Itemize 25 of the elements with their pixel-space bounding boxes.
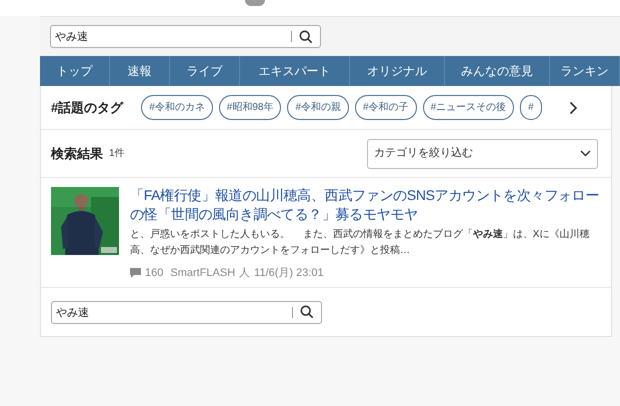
section-title: #話題のタグ — [51, 98, 124, 117]
section-title: 検索結果 — [51, 144, 103, 163]
article-date: 11/6(月) 23:01 — [254, 266, 324, 281]
tag-chip[interactable]: #令和のカネ — [141, 95, 213, 120]
result-count: 1件 — [109, 147, 125, 161]
source-mark: 人 — [239, 266, 250, 281]
tag-chip[interactable]: #令和の親 — [287, 95, 350, 120]
search-input[interactable]: やみ速 — [52, 302, 292, 322]
article-snippet: と、戸惑いをポストした人もいる。 また、西武の情報をまとめたブログ「やみ速」は、Xに《山川穂高、なぜか西武関連のアカウントをフォローしだす》と投稿… — [130, 228, 590, 258]
comment-icon — [130, 268, 141, 278]
category-select[interactable]: カテゴリを絞り込む — [367, 138, 598, 168]
search-icon — [300, 305, 314, 319]
chevron-right-icon[interactable] — [569, 100, 578, 114]
article-source: SmartFLASH — [170, 266, 236, 281]
search-field[interactable]: やみ速 — [51, 300, 322, 324]
chevron-down-icon — [580, 150, 591, 157]
tag-chip[interactable]: #令和の子 — [355, 95, 417, 120]
tag-chip[interactable]: # — [520, 95, 542, 120]
search-icon — [299, 30, 313, 44]
search-input[interactable]: やみ速 — [51, 26, 291, 47]
article-title[interactable]: 「FA権行使」報道の山川穂高、西武ファンのSNSアカウントを次々フォローの怪「世間の風向き調べてる？」募るモヤモヤ — [130, 186, 603, 224]
tag-chip[interactable]: #ニュースその後 — [422, 95, 514, 120]
tag-chip[interactable]: #昭和98年 — [218, 95, 282, 120]
search-field[interactable]: やみ速 — [50, 25, 321, 48]
comment-count: 160 — [145, 266, 164, 281]
